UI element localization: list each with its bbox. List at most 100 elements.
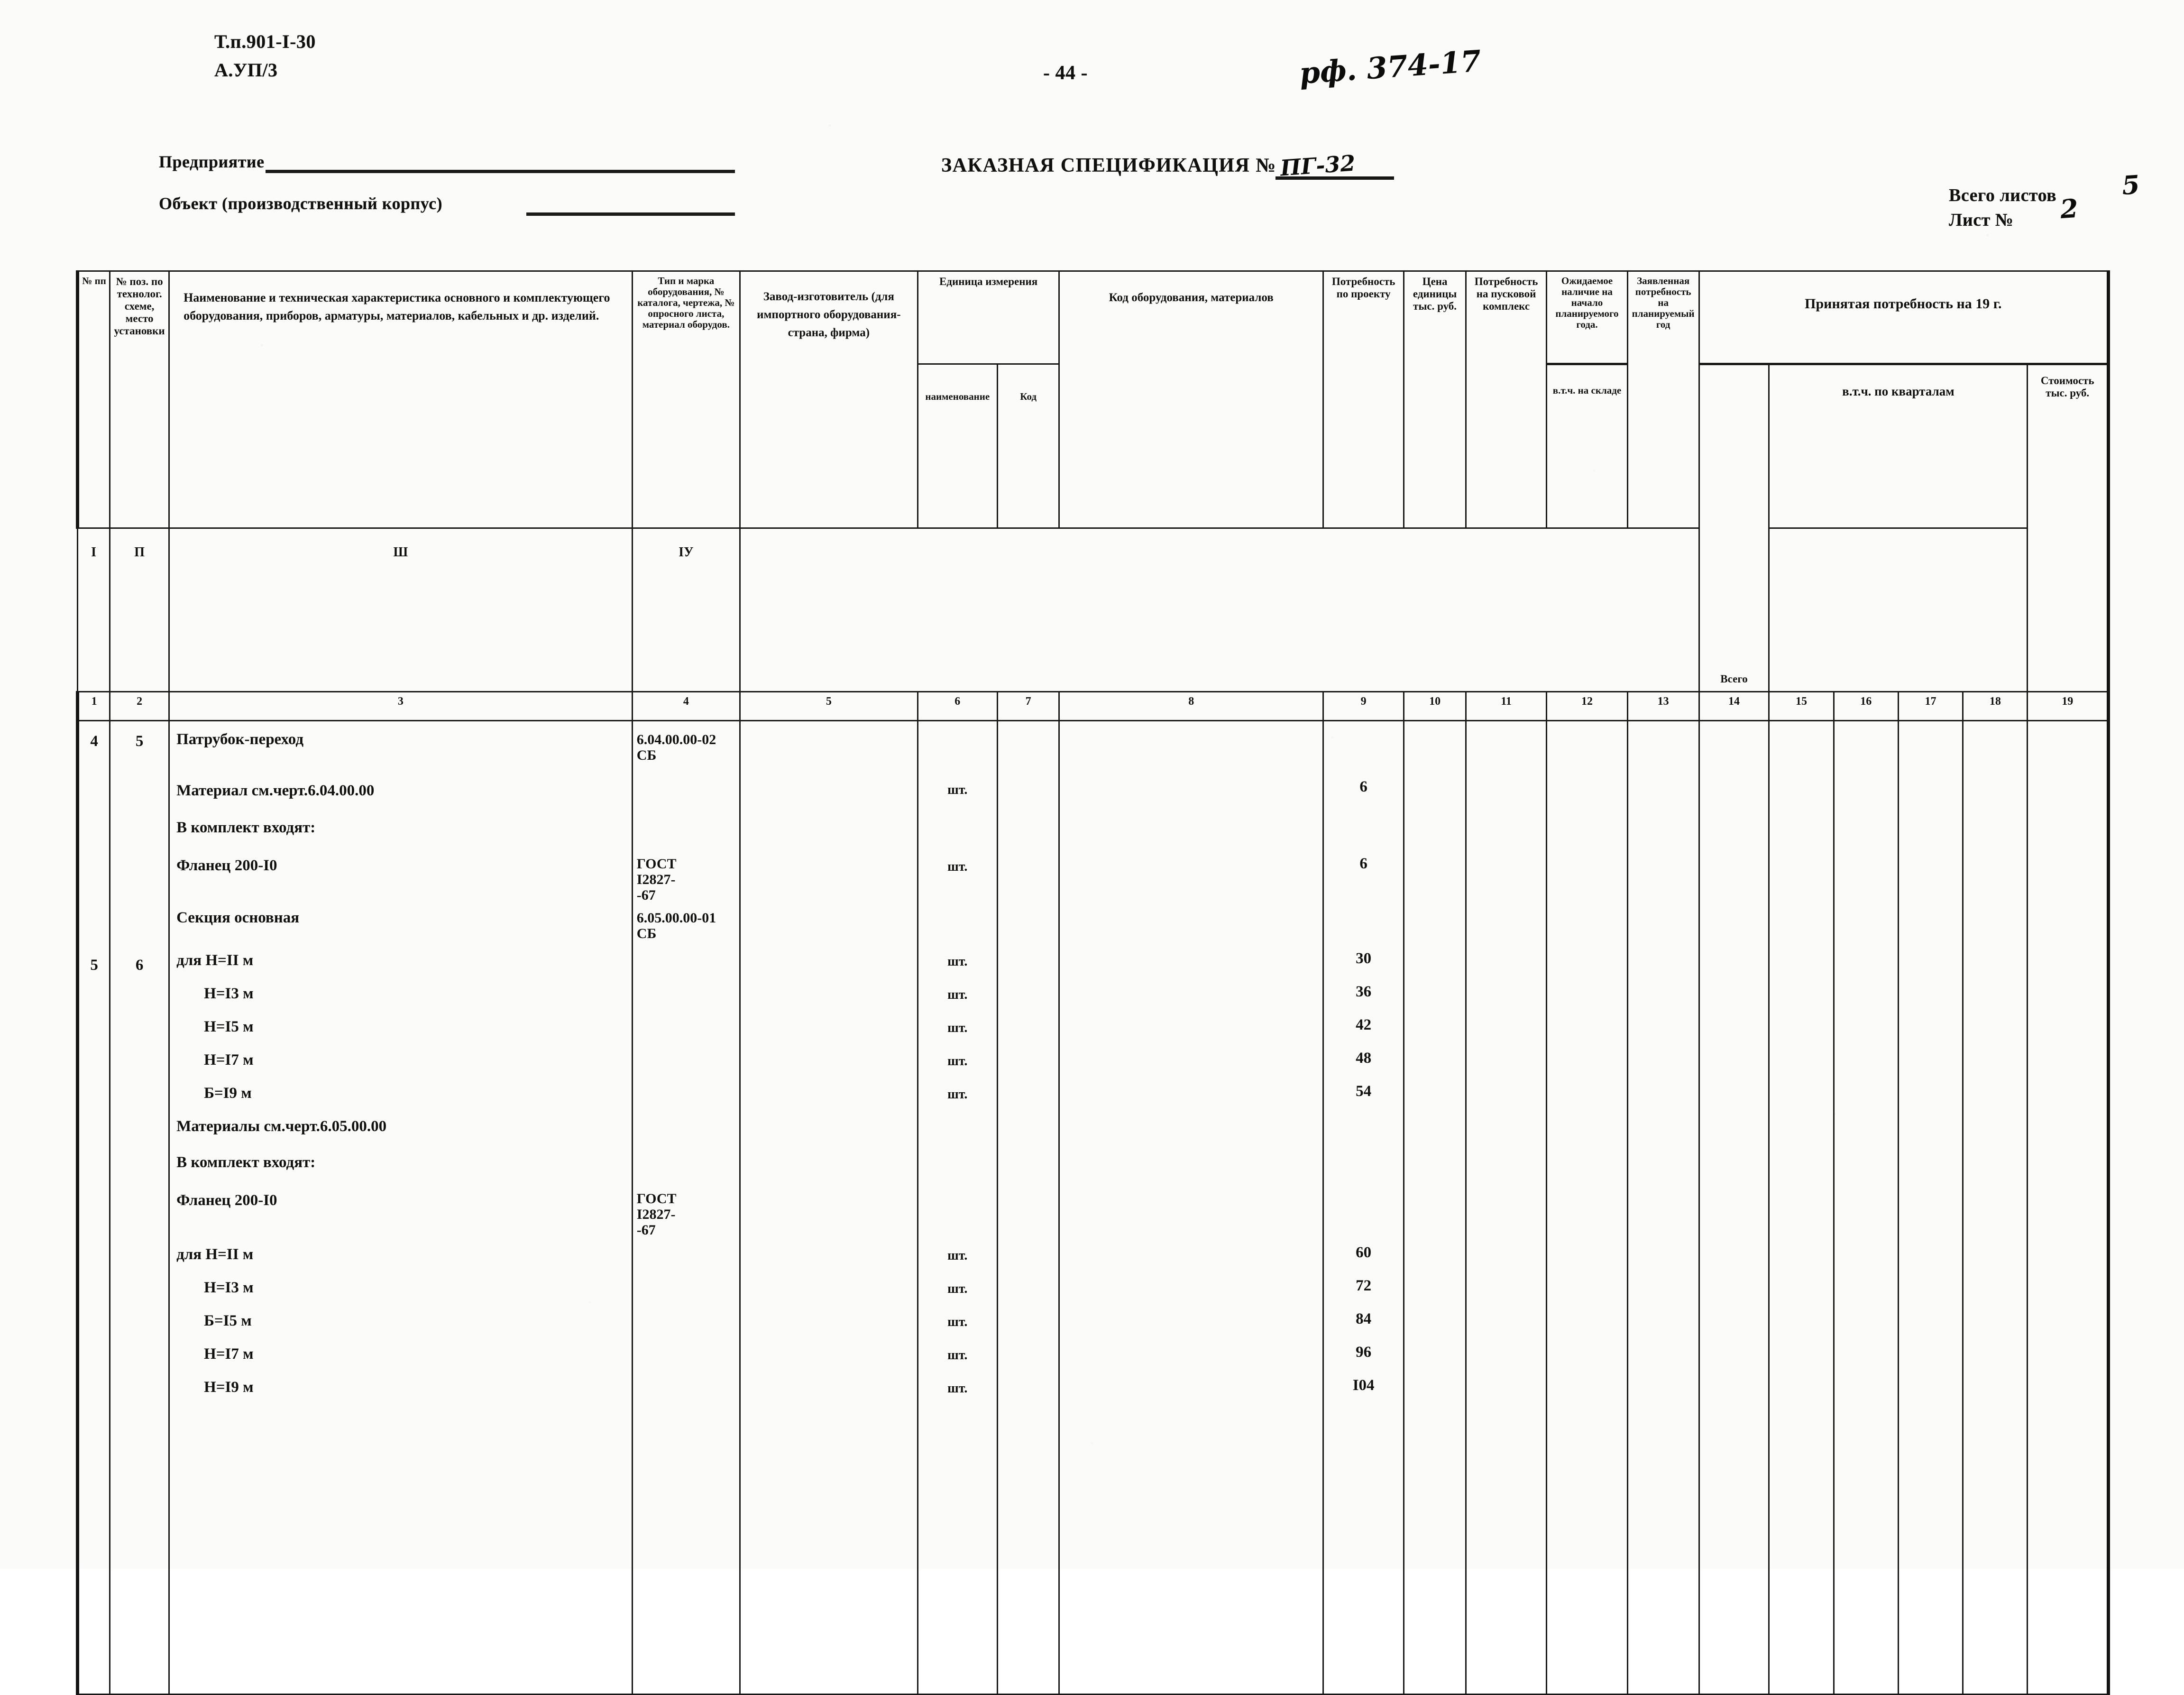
album-sheet-index: А.УП/3 xyxy=(214,59,278,81)
cell-manufacturer xyxy=(739,720,918,1695)
col-header-unit-code: Код xyxy=(996,363,1060,529)
unit-r2-1: шт. xyxy=(947,954,968,969)
row-nn-5: 5 xyxy=(90,957,98,974)
mark-line-gost-2b: I2827- xyxy=(636,1207,676,1222)
page-number: - 44 - xyxy=(1043,62,1088,84)
col-header-accepted-need-group-text: Принятая потребность на 19 г. xyxy=(1805,296,2002,312)
col-header-need-startup: Потребность на пусковой комплекс xyxy=(1465,270,1548,529)
sheets-total-value: 5 xyxy=(2120,169,2141,201)
qty-r1-1: 6 xyxy=(1359,778,1367,795)
col-num-16: 16 xyxy=(1833,691,1899,721)
cell-unit-name: шт. шт. шт. шт. шт. шт. шт. шт. шт. шт. … xyxy=(917,720,998,1695)
col-header-declared-need: Заявленная потребность на планируемый го… xyxy=(1626,270,1700,529)
col-header-unit-price-text: Цена единицы тыс. руб. xyxy=(1413,276,1457,312)
cell-quarter-4 xyxy=(1962,720,2028,1695)
col-header-mark: Тип и марка оборудования, № каталога, че… xyxy=(631,270,741,529)
name-line-h17-a: Н=I7 м xyxy=(204,1051,254,1069)
col-num-8: 8 xyxy=(1058,691,1324,721)
col-num-14: 14 xyxy=(1698,691,1770,721)
cell-declared-need xyxy=(1626,720,1700,1695)
name-line-h19-a: Б=I9 м xyxy=(204,1085,252,1102)
col-header-unit-group-text: Единица измерения xyxy=(939,276,1038,287)
qty-r2-9: 96 xyxy=(1356,1344,1372,1361)
cell-cost xyxy=(2027,720,2110,1695)
col-header-unit-price: Цена единицы тыс. руб. xyxy=(1403,270,1467,529)
col-header-cost-text: Стоимость тыс. руб. xyxy=(2040,375,2094,399)
mark-line-604-1: 6.04.00.00-02 xyxy=(636,732,716,747)
qty-r2-7: 72 xyxy=(1356,1277,1372,1294)
mark-line-gost-2c: -67 xyxy=(636,1222,656,1238)
col-header-in-stock: в.т.ч. на складе xyxy=(1546,363,1628,529)
name-line-h11-a: для Н=II м xyxy=(176,952,254,969)
col-num-17: 17 xyxy=(1897,691,1964,721)
col-header-quarters-group: в.т.ч. по кварталам xyxy=(1768,363,2028,529)
name-line-h11-b: для Н=II м xyxy=(176,1246,254,1263)
name-line-komplekt-2: В комплект входят: xyxy=(176,1154,316,1171)
cell-mark: 6.04.00.00-02 СБ ГОСТ I2827- -67 6.05.00… xyxy=(631,720,741,1695)
col-header-quarter-1-text: I xyxy=(91,545,97,560)
unit-r2-3: шт. xyxy=(947,1021,968,1035)
col-header-quarter-3: Ш xyxy=(168,527,633,692)
unit-r1-1: шт. xyxy=(947,783,968,797)
unit-r2-2: шт. xyxy=(947,987,968,1002)
cell-need-project: 6 6 30 36 42 48 54 60 72 84 96 I04 xyxy=(1322,720,1405,1695)
col-num-4: 4 xyxy=(631,691,741,721)
name-line-h19-b: Н=I9 м xyxy=(204,1379,254,1396)
col-header-nn: № пп xyxy=(75,270,111,529)
col-num-19: 19 xyxy=(2027,691,2110,721)
col-header-cost: Стоимость тыс. руб. xyxy=(2027,363,2110,692)
name-line-komplekt-1: В комплект входят: xyxy=(176,819,316,836)
col-header-quarter-1: I xyxy=(76,527,111,692)
unit-r2-8: шт. xyxy=(947,1315,968,1329)
col-header-quarters-group-text: в.т.ч. по кварталам xyxy=(1842,384,1955,398)
col-header-expected-stock-text: Ожидаемое наличие на начало планируемого… xyxy=(1555,275,1619,330)
col-header-need-project: Потребность по проекту xyxy=(1322,270,1405,529)
col-header-position: № поз. по технолог. схеме, место установ… xyxy=(109,270,170,529)
col-header-accepted-need-group: Принятая потребность на 19 г. xyxy=(1698,270,2111,365)
mark-line-gost-1b: I2827- xyxy=(636,872,676,887)
col-header-name-text: Наименование и техническая характеристик… xyxy=(184,291,610,322)
qty-r2-2: 36 xyxy=(1356,983,1372,1000)
name-line-patrubok: Патрубок-переход xyxy=(176,731,304,748)
qty-r2-10: I04 xyxy=(1352,1377,1375,1394)
cell-equipment-code xyxy=(1058,720,1324,1695)
col-num-10: 10 xyxy=(1403,691,1467,721)
table-header: № пп № поз. по технолог. схеме, место ус… xyxy=(75,270,2111,721)
sheet-number-value: 2 xyxy=(2059,193,2079,225)
name-line-material-604: Материал см.черт.6.04.00.00 xyxy=(176,782,375,799)
specification-table: № пп № поз. по технолог. схеме, место ус… xyxy=(75,270,2111,1695)
specification-title: ЗАКАЗНАЯ СПЕЦИФИКАЦИЯ № xyxy=(941,155,1276,176)
col-header-total-text: Всего xyxy=(1720,673,1748,685)
name-line-materialy-605: Материалы см.черт.6.05.00.00 xyxy=(176,1118,387,1135)
col-num-3: 3 xyxy=(168,691,633,721)
unit-r1-2: шт. xyxy=(947,859,968,874)
mark-line-gost-2a: ГОСТ xyxy=(636,1191,677,1207)
cell-nn: 4 5 xyxy=(75,720,111,1695)
col-num-11: 11 xyxy=(1465,691,1548,721)
col-num-7: 7 xyxy=(996,691,1060,721)
cell-unit-code xyxy=(996,720,1060,1695)
sheets-total-label: Всего листов xyxy=(1949,185,2057,205)
cell-total xyxy=(1698,720,1770,1695)
col-num-1: 1 xyxy=(75,691,111,721)
name-line-flanec-1: Фланец 200-I0 xyxy=(176,857,277,874)
col-header-quarter-2: П xyxy=(109,527,170,692)
col-header-nn-text: № пп xyxy=(82,275,106,286)
cell-quarter-2 xyxy=(1833,720,1899,1695)
col-header-name: Наименование и техническая характеристик… xyxy=(168,270,633,529)
col-header-quarter-4: IУ xyxy=(631,527,741,692)
enterprise-field-label: Предприятие xyxy=(159,152,265,171)
qty-r2-6: 60 xyxy=(1356,1244,1372,1261)
name-line-h15-b: Б=I5 м xyxy=(204,1312,252,1329)
col-num-5: 5 xyxy=(739,691,918,721)
qty-r2-3: 42 xyxy=(1356,1016,1372,1033)
mark-line-605-2: СБ xyxy=(636,926,657,941)
col-header-manufacturer-text: Завод-изготовитель (для импортного обору… xyxy=(757,290,901,339)
col-header-manufacturer: Завод-изготовитель (для импортного обору… xyxy=(739,270,918,529)
table-row: 4 5 5 6 Патрубок-переход Материал см.чер… xyxy=(75,720,2110,1695)
mark-line-gost-1a: ГОСТ xyxy=(636,856,677,872)
cell-unit-price xyxy=(1403,720,1467,1695)
col-header-quarter-3-text: Ш xyxy=(393,545,408,560)
mark-line-gost-1c: -67 xyxy=(636,887,656,903)
cell-position: 5 6 xyxy=(109,720,170,1695)
